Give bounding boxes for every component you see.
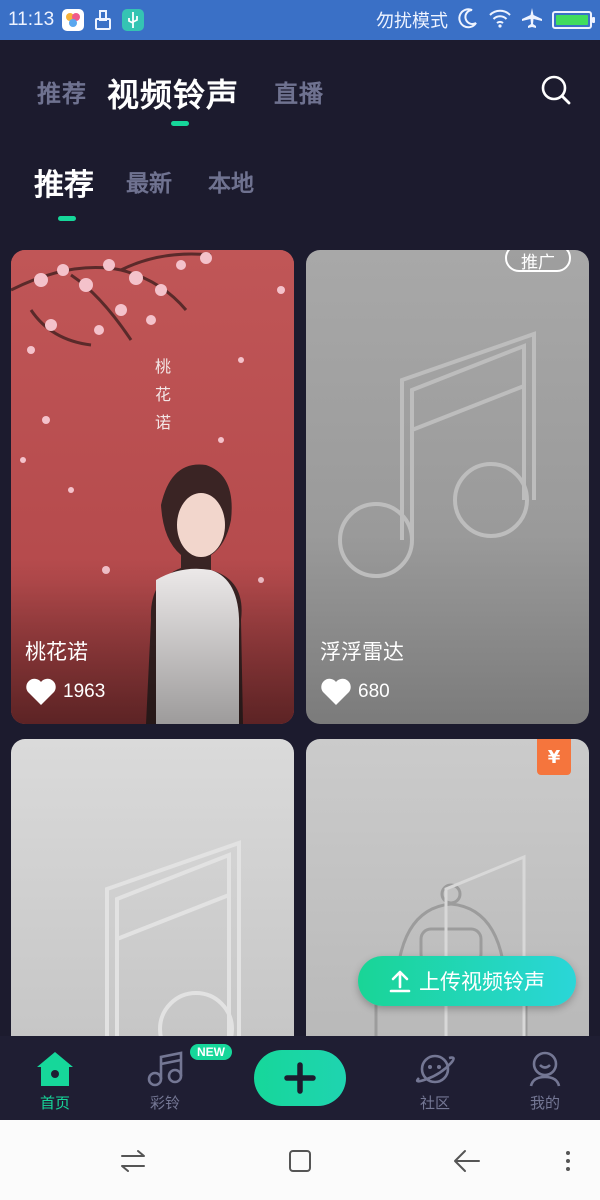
sub-nav: 推荐 最新 本地 — [0, 150, 600, 230]
nav-ringback-label: 彩铃 — [149, 1094, 180, 1112]
subtab-latest[interactable]: 最新 — [126, 164, 172, 198]
battery-fill — [556, 15, 588, 25]
menu-icon[interactable] — [553, 1146, 583, 1176]
bottom-nav: 首页 彩铃 NEW 社区 我的 — [0, 1036, 600, 1120]
card-likes: 1963 — [25, 678, 105, 706]
plus-icon — [284, 1062, 316, 1094]
card-title: 浮浮雷达 — [320, 640, 404, 664]
music-note-placeholder — [105, 840, 241, 1039]
wifi-icon — [488, 8, 512, 33]
back-icon[interactable] — [452, 1146, 482, 1176]
usb-icon — [122, 9, 145, 31]
like-count: 1963 — [63, 681, 106, 702]
planet-icon — [415, 1054, 455, 1084]
new-badge: NEW — [190, 1044, 232, 1060]
upload-video-ringtone-button[interactable]: 上传视频铃声 — [358, 956, 576, 1006]
upload-button-label: 上传视频铃声 — [419, 970, 545, 994]
card-title: 桃花诺 — [25, 640, 88, 664]
nav-community[interactable]: 社区 — [390, 1050, 480, 1113]
search-icon[interactable] — [540, 74, 572, 106]
heart-icon — [321, 678, 351, 705]
subtab-active-indicator — [58, 216, 76, 221]
heart-icon — [26, 678, 56, 705]
tab-recommend[interactable]: 推荐 — [37, 74, 87, 109]
video-card-3[interactable] — [11, 739, 294, 1039]
switch-icon[interactable] — [118, 1146, 148, 1176]
home-icon — [37, 1052, 73, 1086]
tab-video-ringtone[interactable]: 视频铃声 — [107, 70, 239, 116]
status-bar: 11:13 勿扰模式 — [0, 0, 600, 40]
top-nav: 推荐 视频铃声 直播 — [0, 40, 600, 135]
airplane-icon — [521, 7, 543, 34]
paint-app-icon — [92, 9, 114, 31]
upload-icon — [389, 970, 411, 993]
music-icon — [147, 1051, 183, 1087]
home-square-icon[interactable] — [285, 1146, 315, 1176]
system-nav-bar — [0, 1120, 600, 1200]
tab-active-indicator — [171, 121, 189, 126]
photo-app-icon — [62, 9, 85, 31]
subtab-local[interactable]: 本地 — [208, 164, 254, 198]
nav-profile[interactable]: 我的 — [500, 1050, 590, 1113]
status-time: 11:13 — [8, 9, 55, 30]
nav-profile-label: 我的 — [529, 1094, 560, 1112]
battery-icon — [552, 11, 595, 29]
tab-live[interactable]: 直播 — [274, 74, 324, 109]
subtab-recommend[interactable]: 推荐 — [34, 160, 94, 204]
do-not-disturb-label: 勿扰模式 — [376, 11, 448, 32]
like-count: 680 — [358, 681, 390, 702]
promo-badge: 推广 — [505, 250, 571, 273]
nav-community-label: 社区 — [419, 1094, 450, 1112]
video-card-fufuleida[interactable]: 推广 浮浮雷达 680 — [306, 250, 589, 724]
card-likes: 680 — [320, 678, 390, 706]
nav-home[interactable]: 首页 — [10, 1050, 100, 1113]
video-card-taohuanuo[interactable]: 桃 花 诺 桃花诺 1963 — [11, 250, 294, 724]
nav-home-label: 首页 — [39, 1094, 70, 1112]
profile-icon — [529, 1051, 561, 1087]
moon-icon — [457, 7, 479, 34]
price-badge: ¥ — [537, 739, 571, 775]
add-button[interactable] — [254, 1050, 346, 1106]
